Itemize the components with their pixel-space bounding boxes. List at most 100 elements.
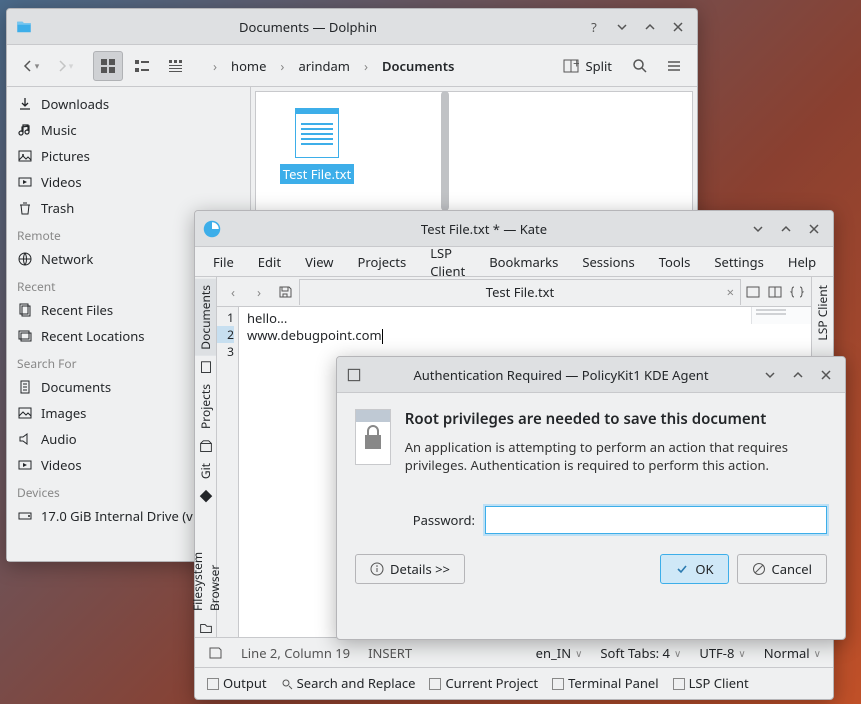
projects-icon xyxy=(198,439,214,453)
split-button[interactable]: +Split xyxy=(554,51,621,81)
close-icon[interactable] xyxy=(803,218,825,240)
images-icon xyxy=(17,405,33,421)
close-icon[interactable] xyxy=(815,364,837,386)
bottom-project[interactable]: Current Project xyxy=(429,674,538,692)
side-tab-fs[interactable]: Filesystem Browser xyxy=(187,508,225,617)
folder-app-icon xyxy=(15,18,33,36)
kate-menubar: File Edit View Projects LSP Client Bookm… xyxy=(195,247,833,277)
menu-bookmarks[interactable]: Bookmarks xyxy=(477,249,570,275)
documents-icon xyxy=(198,360,214,374)
menu-edit[interactable]: Edit xyxy=(246,249,293,275)
documents-icon xyxy=(17,379,33,395)
tab-next[interactable]: › xyxy=(247,283,271,301)
forward-button[interactable]: ▾ xyxy=(49,51,79,81)
bottom-terminal[interactable]: Terminal Panel xyxy=(552,674,658,692)
minimize-icon[interactable] xyxy=(747,218,769,240)
info-icon xyxy=(370,562,384,576)
search-button[interactable] xyxy=(625,51,655,81)
maximize-icon[interactable] xyxy=(639,16,661,38)
sidebar-item-pictures[interactable]: Pictures xyxy=(7,143,250,169)
cursor-pos[interactable]: Line 2, Column 19 xyxy=(241,644,350,662)
auth-heading: Root privileges are needed to save this … xyxy=(405,409,827,429)
password-input[interactable] xyxy=(485,506,827,534)
recent-locations-icon xyxy=(17,328,33,344)
bottom-output[interactable]: Output xyxy=(207,674,267,692)
auth-title: Authentication Required — PolicyKit1 KDE… xyxy=(369,366,753,384)
menu-projects[interactable]: Projects xyxy=(346,249,419,275)
braces-icon[interactable] xyxy=(789,284,805,300)
download-icon xyxy=(17,96,33,112)
minimap[interactable] xyxy=(751,307,811,324)
crumb-user[interactable]: arindam xyxy=(292,55,356,77)
breadcrumb[interactable]: › home › arindam › Documents xyxy=(207,55,460,77)
maximize-icon[interactable] xyxy=(775,218,797,240)
drive-icon xyxy=(17,508,33,524)
ok-button[interactable]: OK xyxy=(660,554,728,584)
split-v-icon[interactable] xyxy=(767,284,783,300)
kate-tab-bar: ‹ › Test File.txt× xyxy=(217,277,811,307)
details-view-button[interactable] xyxy=(161,51,191,81)
close-icon[interactable] xyxy=(667,16,689,38)
bottom-lsp[interactable]: LSP Client xyxy=(673,674,749,692)
minimize-icon[interactable] xyxy=(611,16,633,38)
dolphin-titlebar[interactable]: Documents — Dolphin ? xyxy=(7,9,697,45)
kate-title: Test File.txt * — Kate xyxy=(227,220,741,238)
maximize-icon[interactable] xyxy=(787,364,809,386)
crumb-home[interactable]: home xyxy=(225,55,272,77)
tab-prev[interactable]: ‹ xyxy=(221,283,245,301)
sidebar-item-downloads[interactable]: Downloads xyxy=(7,91,250,117)
soft-tabs[interactable]: Soft Tabs: 4∨ xyxy=(600,644,681,662)
menu-file[interactable]: File xyxy=(201,249,246,275)
split-h-icon[interactable] xyxy=(745,284,761,300)
dolphin-title: Documents — Dolphin xyxy=(39,18,577,36)
scrollbar[interactable] xyxy=(441,91,449,211)
icon-view-button[interactable] xyxy=(93,51,123,81)
side-tab-projects[interactable]: Projects xyxy=(195,378,216,435)
recent-files-icon xyxy=(17,302,33,318)
audio-icon xyxy=(17,431,33,447)
side-tab-lsp[interactable]: LSP Client xyxy=(812,279,833,347)
videos-icon xyxy=(17,174,33,190)
menu-sessions[interactable]: Sessions xyxy=(570,249,646,275)
file-item[interactable]: Test File.txt xyxy=(272,108,362,184)
kate-app-icon xyxy=(203,220,221,238)
kate-statusbar: Line 2, Column 19 INSERT en_IN∨ Soft Tab… xyxy=(195,637,833,667)
insert-mode[interactable]: INSERT xyxy=(368,644,412,662)
locale[interactable]: en_IN∨ xyxy=(536,644,583,662)
minimize-icon[interactable] xyxy=(759,364,781,386)
auth-dialog: Authentication Required — PolicyKit1 KDE… xyxy=(336,356,846,640)
auth-titlebar[interactable]: Authentication Required — PolicyKit1 KDE… xyxy=(337,357,845,393)
save-status-icon[interactable] xyxy=(207,645,223,661)
bottom-search[interactable]: Search and Replace xyxy=(281,674,416,692)
lock-icon xyxy=(355,409,391,465)
save-icon[interactable] xyxy=(277,284,293,300)
menu-help[interactable]: Help xyxy=(776,249,828,275)
details-button[interactable]: Details >> xyxy=(355,554,465,584)
close-tab-icon[interactable]: × xyxy=(727,283,734,301)
sidebar-item-music[interactable]: Music xyxy=(7,117,250,143)
sidebar-item-videos[interactable]: Videos xyxy=(7,169,250,195)
folder-icon xyxy=(198,621,214,635)
menu-view[interactable]: View xyxy=(293,249,345,275)
password-label: Password: xyxy=(355,511,475,529)
menu-tools[interactable]: Tools xyxy=(647,249,703,275)
file-name: Test File.txt xyxy=(280,164,354,184)
file-mode[interactable]: Normal∨ xyxy=(764,644,821,662)
menu-button[interactable] xyxy=(659,51,689,81)
cancel-button[interactable]: Cancel xyxy=(737,554,827,584)
cancel-icon xyxy=(752,562,766,576)
encoding[interactable]: UTF-8∨ xyxy=(699,644,745,662)
menu-settings[interactable]: Settings xyxy=(702,249,775,275)
compact-view-button[interactable] xyxy=(127,51,157,81)
dolphin-toolbar: ▾ ▾ › home › arindam › Documents +Split xyxy=(7,45,697,87)
side-tab-git[interactable]: Git xyxy=(195,457,216,485)
kate-left-sidebar: Documents Projects Git Filesystem Browse… xyxy=(195,277,217,637)
crumb-current[interactable]: Documents xyxy=(376,55,460,77)
editor-tab[interactable]: Test File.txt× xyxy=(299,279,741,305)
back-button[interactable]: ▾ xyxy=(15,51,45,81)
git-icon xyxy=(198,489,214,503)
help-icon[interactable]: ? xyxy=(583,16,605,38)
side-tab-documents[interactable]: Documents xyxy=(195,279,216,356)
kate-titlebar[interactable]: Test File.txt * — Kate xyxy=(195,211,833,247)
text-file-icon xyxy=(295,108,339,158)
